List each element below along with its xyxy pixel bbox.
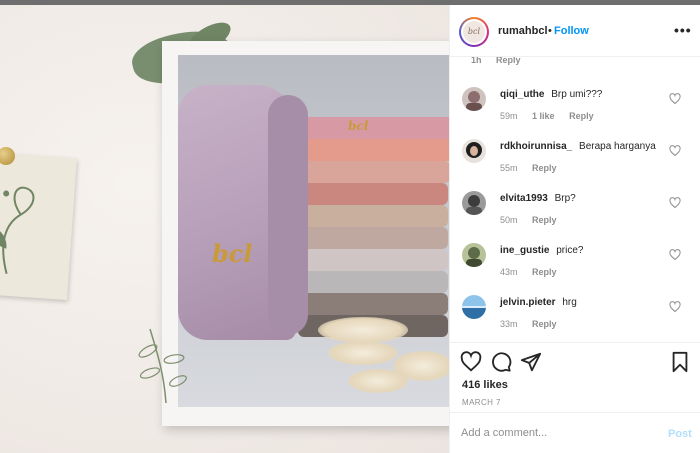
more-horizontal-icon[interactable]: ••• bbox=[674, 22, 691, 38]
heart-icon[interactable] bbox=[669, 93, 681, 105]
avatar[interactable]: bcl bbox=[459, 17, 489, 47]
comment-time[interactable]: 33m bbox=[500, 319, 518, 329]
comment-username[interactable]: qiqi_uthe bbox=[500, 89, 544, 100]
heart-icon[interactable] bbox=[669, 145, 681, 157]
comment-text: Berapa harganya bbox=[579, 141, 656, 152]
comment-meta: 55m Reply bbox=[500, 163, 557, 173]
post-image[interactable]: bcl bcl bbox=[0, 5, 449, 453]
post-date[interactable]: MARCH 7 bbox=[462, 398, 501, 407]
comment-text: Brp umi??? bbox=[551, 89, 603, 100]
comment-item: rdkhoirunnisa_ Berapa harganya 55m Reply bbox=[450, 139, 700, 191]
comment-username[interactable]: elvita1993 bbox=[500, 193, 548, 204]
comment-time[interactable]: 59m bbox=[500, 111, 518, 121]
separator-dot: • bbox=[548, 25, 552, 37]
heart-icon[interactable] bbox=[669, 249, 681, 261]
comment-time[interactable]: 43m bbox=[500, 267, 518, 277]
comment-item: ine_gustie price? 43m Reply bbox=[450, 243, 700, 295]
comment-username[interactable]: jelvin.pieter bbox=[500, 297, 556, 308]
comment-meta: 59m 1 like Reply bbox=[500, 111, 594, 121]
leaf-sprig-icon bbox=[138, 328, 187, 404]
comment-meta: 33m Reply bbox=[500, 319, 557, 329]
comment-text: hrg bbox=[562, 297, 577, 308]
reply-link[interactable]: Reply bbox=[532, 163, 557, 173]
heart-icon[interactable] bbox=[669, 197, 681, 209]
post-comment-button[interactable]: Post bbox=[668, 428, 692, 440]
brand-logo-tag: bcl bbox=[212, 239, 253, 268]
scarf-taupe bbox=[298, 293, 448, 315]
avatar[interactable] bbox=[462, 87, 486, 111]
pampas-grass bbox=[328, 341, 398, 365]
scarf-grey bbox=[298, 271, 448, 293]
comment-username[interactable]: rdkhoirunnisa_ bbox=[500, 141, 572, 152]
reply-link[interactable]: Reply bbox=[569, 111, 594, 121]
post-username[interactable]: rumahbcl bbox=[498, 25, 548, 37]
add-comment-bar: Post bbox=[450, 412, 700, 453]
comment-time[interactable]: 50m bbox=[500, 215, 518, 225]
like-heart-icon[interactable] bbox=[460, 351, 482, 373]
comment-text: price? bbox=[556, 245, 584, 256]
scarf-pink bbox=[298, 117, 449, 139]
reply-link[interactable]: Reply bbox=[532, 267, 557, 277]
scarf-light-grey bbox=[298, 249, 448, 271]
scarf-coral bbox=[298, 139, 449, 161]
scarf-terracotta bbox=[298, 183, 448, 205]
comment-input[interactable] bbox=[461, 427, 651, 439]
scarf-mauve bbox=[298, 227, 448, 249]
post-header: bcl rumahbcl • Follow ••• bbox=[450, 5, 700, 57]
avatar[interactable] bbox=[462, 191, 486, 215]
cut-off-comment-meta: 1h Reply bbox=[471, 57, 521, 65]
pampas-grass bbox=[318, 317, 408, 343]
comment-item: elvita1993 Brp? 50m Reply bbox=[450, 191, 700, 243]
comment-item: jelvin.pieter hrg 33m Reply bbox=[450, 295, 700, 342]
scarf-lilac-fold bbox=[268, 95, 308, 335]
comment-text: Brp? bbox=[554, 193, 576, 204]
pampas-grass bbox=[348, 369, 408, 393]
comment-username[interactable]: ine_gustie bbox=[500, 245, 549, 256]
reply-link[interactable]: Reply bbox=[532, 215, 557, 225]
post-side-panel: bcl rumahbcl • Follow ••• 1h Reply qiqi_… bbox=[449, 5, 700, 453]
comment-time[interactable]: 55m bbox=[500, 163, 518, 173]
share-paper-plane-icon[interactable] bbox=[520, 351, 542, 373]
pinned-note-card bbox=[0, 151, 77, 301]
comment-item: qiqi_uthe Brp umi??? 59m 1 like Reply bbox=[450, 87, 700, 139]
bookmark-icon[interactable] bbox=[669, 351, 691, 373]
reply-link[interactable]: Reply bbox=[496, 57, 521, 65]
avatar[interactable] bbox=[462, 243, 486, 267]
likes-count[interactable]: 416 likes bbox=[462, 379, 508, 391]
comment-meta: 50m Reply bbox=[500, 215, 557, 225]
comment-meta: 43m Reply bbox=[500, 267, 557, 277]
avatar[interactable] bbox=[462, 139, 486, 163]
avatar-logo: bcl bbox=[463, 21, 485, 43]
brand-logo-tag-small: bcl bbox=[348, 119, 369, 133]
scarf-peach bbox=[298, 161, 449, 183]
heart-icon[interactable] bbox=[669, 301, 681, 313]
comment-bubble-icon[interactable] bbox=[490, 351, 512, 373]
follow-button[interactable]: Follow bbox=[554, 25, 589, 37]
reply-link[interactable]: Reply bbox=[532, 319, 557, 329]
scarf-nude bbox=[298, 205, 448, 227]
floral-line-art bbox=[0, 186, 35, 275]
comment-likes[interactable]: 1 like bbox=[532, 111, 555, 121]
product-photo: bcl bcl bbox=[178, 55, 449, 407]
comments-list[interactable]: 1h Reply qiqi_uthe Brp umi??? 59m 1 like… bbox=[450, 57, 700, 342]
avatar[interactable] bbox=[462, 295, 486, 319]
